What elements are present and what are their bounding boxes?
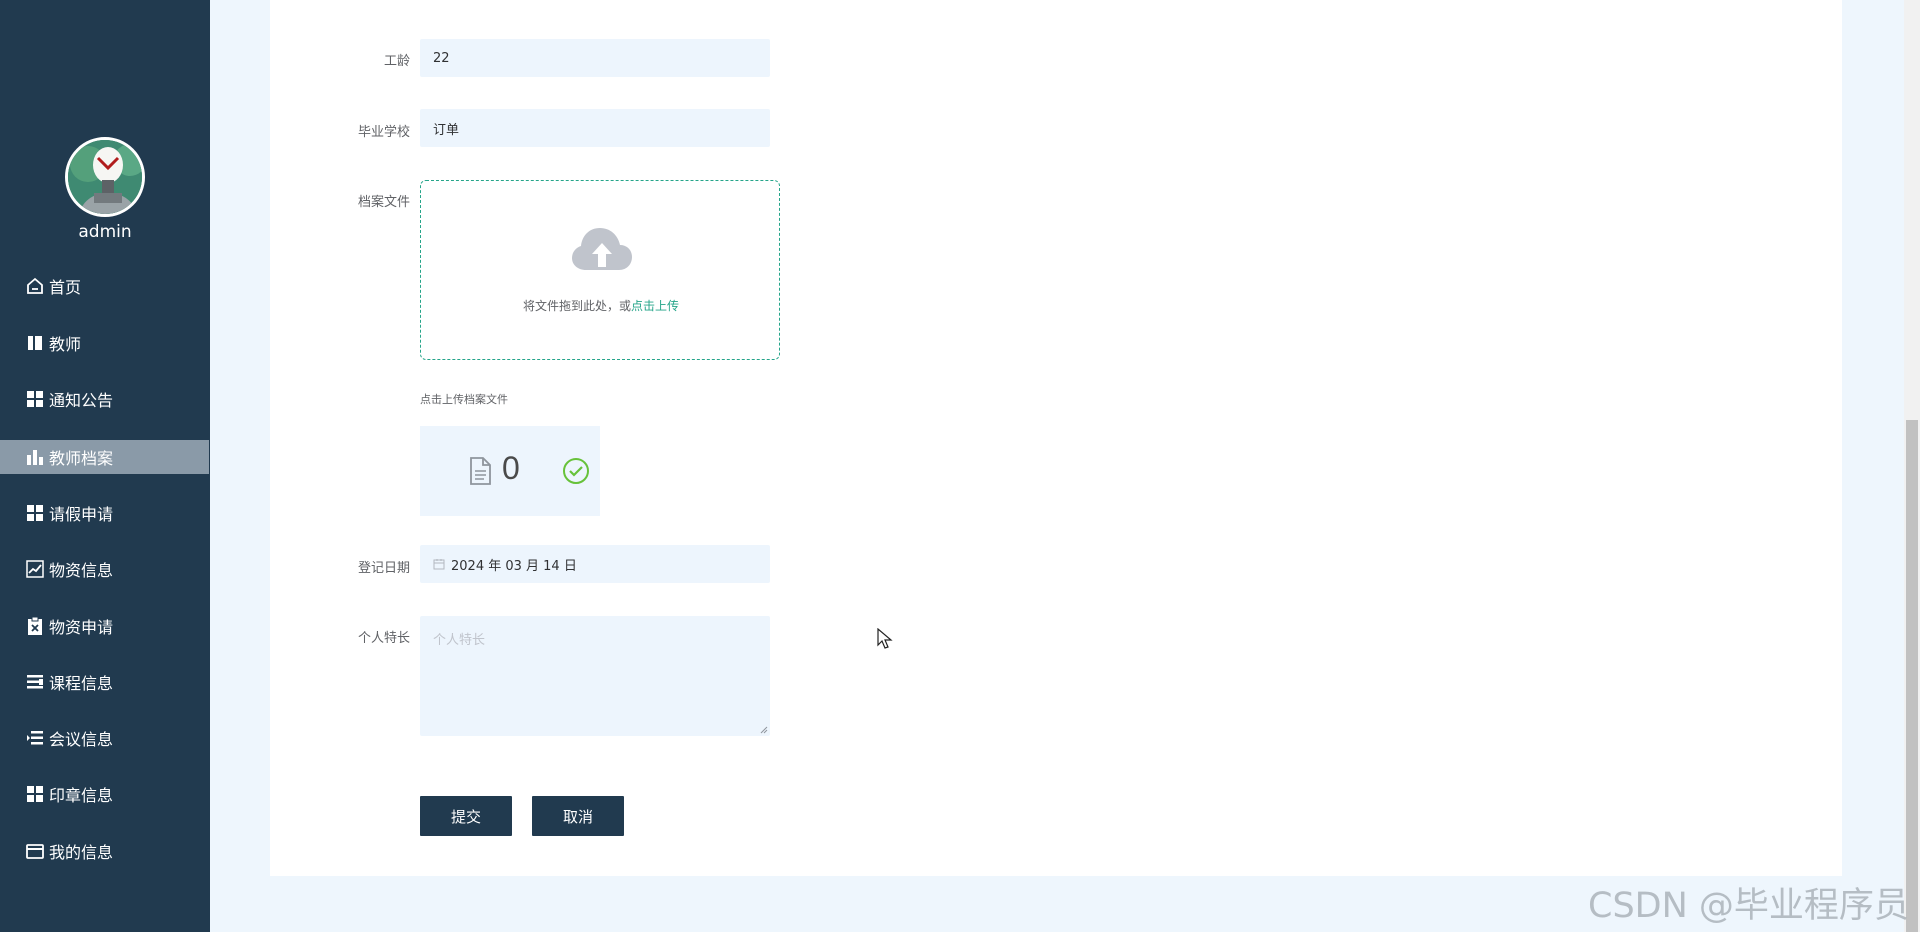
grid-icon	[25, 389, 45, 409]
list-icon	[25, 672, 45, 692]
home-icon	[25, 276, 45, 296]
sidebar-item-label: 教师档案	[49, 449, 114, 468]
username: admin	[78, 222, 132, 242]
book-icon	[25, 333, 45, 353]
cloud-upload-icon	[572, 228, 632, 270]
sidebar-item-my-info[interactable]: 我的信息	[0, 832, 210, 870]
sidebar-item-label: 教师	[49, 335, 82, 354]
scrollbar-thumb[interactable]	[1906, 420, 1918, 932]
document-icon	[470, 457, 491, 485]
specialty-placeholder: 个人特长	[433, 633, 486, 648]
years-label: 工龄	[383, 54, 410, 69]
clipboard-icon	[25, 616, 45, 636]
specialty-label: 个人特长	[357, 631, 410, 646]
sidebar-item-label: 请假申请	[49, 505, 114, 524]
cancel-button[interactable]: 取消	[532, 796, 624, 836]
sidebar-item-seal[interactable]: 印章信息	[0, 775, 210, 813]
sidebar-item-teacher-archive[interactable]: 教师档案	[0, 440, 209, 474]
school-label: 毕业学校	[357, 125, 410, 140]
sidebar-item-label: 首页	[49, 278, 82, 297]
date-label: 登记日期	[357, 561, 410, 576]
sidebar-item-label: 会议信息	[49, 730, 114, 749]
sidebar-item-notice[interactable]: 通知公告	[0, 380, 210, 418]
calendar-icon	[433, 559, 445, 570]
sidebar-item-label: 通知公告	[49, 391, 114, 410]
archive-file-label: 档案文件	[357, 195, 410, 210]
sidebar-item-label: 我的信息	[49, 843, 114, 862]
file-upload-dropzone[interactable]: 将文件拖到此处，或点击上传	[420, 180, 780, 360]
years-value: 22	[433, 50, 450, 66]
date-picker[interactable]: 2024 年 03 月 14 日	[420, 545, 770, 583]
avatar-image	[68, 140, 142, 214]
date-value: 2024 年 03 月 14 日	[451, 558, 577, 574]
submit-button[interactable]: 提交	[420, 796, 512, 836]
line-chart-icon	[25, 559, 45, 579]
specialty-textarea[interactable]: 个人特长	[420, 616, 770, 736]
bar-chart-icon	[25, 447, 45, 467]
sidebar-item-materials[interactable]: 物资信息	[0, 550, 210, 588]
upload-link[interactable]: 点击上传	[631, 299, 679, 313]
school-input[interactable]: 订单	[420, 109, 770, 147]
sidebar-item-label: 物资信息	[49, 561, 114, 580]
uploaded-file-card[interactable]: 0	[420, 426, 600, 516]
upload-text: 将文件拖到此处，或	[522, 299, 631, 313]
file-count: 0	[502, 450, 520, 486]
grid-icon	[25, 784, 45, 804]
grid-icon	[25, 503, 45, 523]
list-indent-icon	[25, 728, 45, 748]
sidebar-item-label: 印章信息	[49, 786, 114, 805]
sidebar-item-label: 物资申请	[49, 618, 114, 637]
sidebar-item-leave-request[interactable]: 请假申请	[0, 494, 210, 532]
upload-tip: 点击上传档案文件	[420, 393, 508, 406]
sidebar-item-teacher[interactable]: 教师	[0, 324, 210, 362]
resize-handle-icon[interactable]	[760, 726, 768, 734]
avatar[interactable]	[65, 137, 145, 217]
sidebar-item-course[interactable]: 课程信息	[0, 663, 210, 701]
id-card-icon	[25, 841, 45, 861]
sidebar-item-label: 课程信息	[49, 674, 114, 693]
upload-instructions: 将文件拖到此处，或点击上传	[421, 297, 781, 314]
school-value: 订单	[433, 122, 460, 138]
sidebar-item-material-request[interactable]: 物资申请	[0, 607, 210, 645]
years-input[interactable]: 22	[420, 39, 770, 77]
success-check-icon	[563, 458, 589, 484]
watermark: CSDN @毕业程序员	[1588, 886, 1909, 926]
mouse-cursor-icon	[877, 628, 893, 649]
sidebar-item-meeting[interactable]: 会议信息	[0, 719, 210, 757]
sidebar: admin 首页 教师 通知公告 教师档案 请假申请 物资信息 物资申请 课程信…	[0, 0, 210, 932]
sidebar-item-home[interactable]: 首页	[0, 267, 210, 305]
